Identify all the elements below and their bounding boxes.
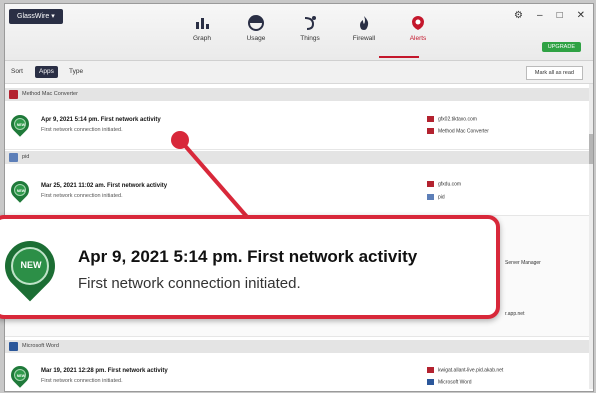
nav-usage[interactable]: Usage bbox=[237, 14, 275, 42]
nav-label: Alerts bbox=[409, 35, 427, 42]
alerts-toolbar: Sort Apps Type Mark all as read bbox=[5, 61, 593, 84]
app-red-icon bbox=[9, 90, 18, 99]
alert-title: Apr 9, 2021 5:14 pm. First network activ… bbox=[41, 117, 161, 123]
nav-things[interactable]: Things bbox=[291, 14, 329, 42]
scrollbar[interactable] bbox=[589, 84, 593, 389]
maximize-icon[interactable]: □ bbox=[557, 10, 563, 22]
alert-app[interactable]: Method Mac Converter bbox=[438, 128, 489, 134]
group-header[interactable]: pid bbox=[5, 151, 589, 164]
window-controls: ⚙ – □ ✕ bbox=[514, 10, 585, 22]
flag-icon bbox=[427, 116, 434, 122]
nav-graph[interactable]: Graph bbox=[183, 14, 221, 42]
alert-row[interactable]: NEW Apr 9, 2021 5:14 pm. First network a… bbox=[5, 102, 589, 150]
alert-app[interactable]: Microsoft Word bbox=[438, 379, 472, 385]
flag-icon bbox=[427, 181, 434, 187]
app-menu-button[interactable]: GlassWire ▾ bbox=[9, 9, 63, 24]
nav-label: Firewall bbox=[352, 35, 376, 42]
firewall-icon bbox=[360, 16, 369, 30]
alert-host[interactable]: gfxdu.com bbox=[438, 181, 461, 187]
group-label: Method Mac Converter bbox=[22, 91, 78, 97]
group-label: pid bbox=[22, 154, 30, 160]
app-window: GlassWire ▾ Graph Usage Things Firewall … bbox=[4, 3, 594, 392]
badge-text: NEW bbox=[16, 189, 26, 193]
nav-label: Usage bbox=[246, 35, 266, 42]
alert-row[interactable]: NEW Mar 25, 2021 11:02 am. First network… bbox=[5, 165, 589, 216]
alert-callout: NEW Apr 9, 2021 5:14 pm. First network a… bbox=[0, 215, 500, 319]
alert-row[interactable]: NEW Mar 19, 2021 12:28 pm. First network… bbox=[5, 354, 589, 391]
word-icon bbox=[9, 342, 18, 351]
nav-label: Graph bbox=[192, 35, 212, 42]
alert-app[interactable]: Server Manager bbox=[505, 260, 541, 266]
nav-label: Things bbox=[300, 35, 320, 42]
mark-all-read-button[interactable]: Mark all as read bbox=[525, 66, 583, 80]
alert-subtitle: First network connection initiated. bbox=[41, 378, 123, 384]
flag-icon bbox=[427, 367, 434, 373]
usage-icon bbox=[248, 15, 264, 31]
sort-label: Sort bbox=[11, 68, 23, 75]
app-blue-icon bbox=[9, 153, 18, 162]
badge-text: NEW bbox=[20, 260, 42, 270]
callout-subtitle: First network connection initiated. bbox=[78, 275, 301, 292]
upgrade-button[interactable]: UPGRADE bbox=[541, 42, 581, 52]
alert-host[interactable]: gfx02.tiktaxo.com bbox=[438, 116, 477, 122]
group-header[interactable]: Method Mac Converter bbox=[5, 88, 589, 101]
close-icon[interactable]: ✕ bbox=[577, 10, 585, 22]
alert-title: Mar 25, 2021 11:02 am. First network act… bbox=[41, 183, 168, 189]
nav-alerts[interactable]: Alerts bbox=[399, 14, 437, 42]
badge-text: NEW bbox=[16, 123, 26, 127]
alerts-icon bbox=[412, 16, 424, 30]
things-icon bbox=[304, 16, 316, 30]
graph-icon bbox=[196, 18, 209, 29]
settings-icon[interactable]: ⚙ bbox=[514, 10, 523, 22]
title-bar: GlassWire ▾ Graph Usage Things Firewall … bbox=[5, 4, 593, 61]
badge-text: NEW bbox=[16, 374, 26, 378]
app-red-icon bbox=[427, 128, 434, 134]
group-header[interactable]: Microsoft Word bbox=[5, 340, 589, 353]
alert-title: Mar 19, 2021 12:28 pm. First network act… bbox=[41, 368, 168, 374]
sort-apps-option[interactable]: Apps bbox=[35, 66, 58, 78]
app-blue-icon bbox=[427, 194, 434, 200]
main-nav: Graph Usage Things Firewall Alerts bbox=[183, 14, 437, 42]
alert-host[interactable]: kwigat.allant-live.pid.akab.net bbox=[438, 367, 503, 373]
group-label: Microsoft Word bbox=[22, 343, 59, 349]
alert-subtitle: First network connection initiated. bbox=[41, 193, 123, 199]
alert-host[interactable]: r.app.net bbox=[505, 311, 524, 317]
alert-subtitle: First network connection initiated. bbox=[41, 127, 123, 133]
scrollbar-thumb[interactable] bbox=[589, 134, 593, 164]
alert-app[interactable]: pid bbox=[438, 194, 445, 200]
active-tab-indicator bbox=[379, 56, 419, 58]
word-icon bbox=[427, 379, 434, 385]
sort-type-option[interactable]: Type bbox=[65, 66, 87, 78]
minimize-icon[interactable]: – bbox=[537, 10, 543, 22]
nav-firewall[interactable]: Firewall bbox=[345, 14, 383, 42]
callout-title: Apr 9, 2021 5:14 pm. First network activ… bbox=[78, 247, 418, 266]
